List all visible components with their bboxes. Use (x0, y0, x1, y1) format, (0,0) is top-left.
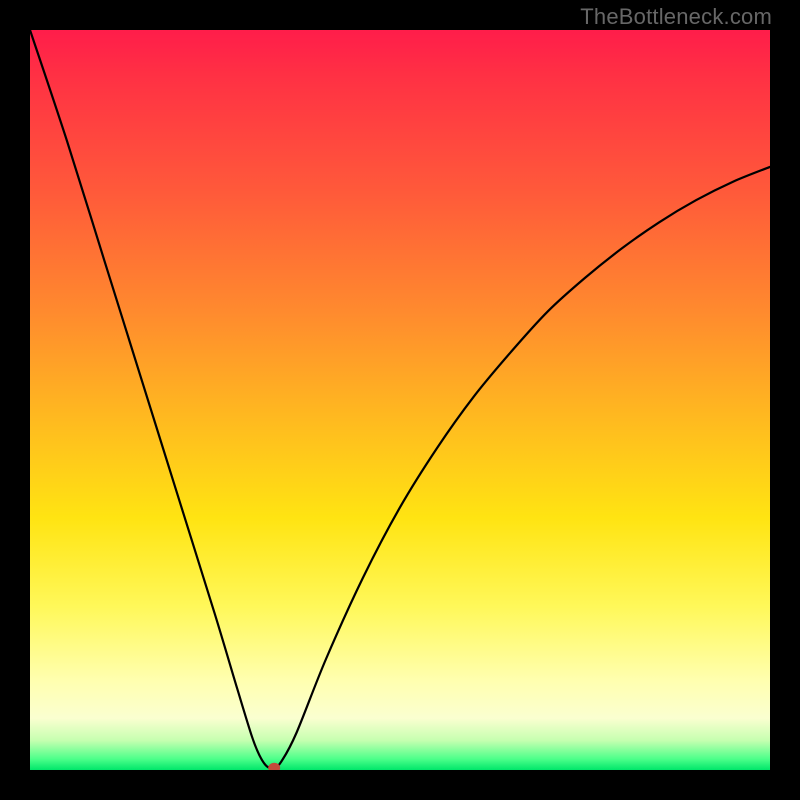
bottleneck-curve (30, 30, 770, 768)
plot-area (30, 30, 770, 770)
curve-svg (30, 30, 770, 770)
chart-container: TheBottleneck.com (0, 0, 800, 800)
watermark-text: TheBottleneck.com (580, 4, 772, 30)
